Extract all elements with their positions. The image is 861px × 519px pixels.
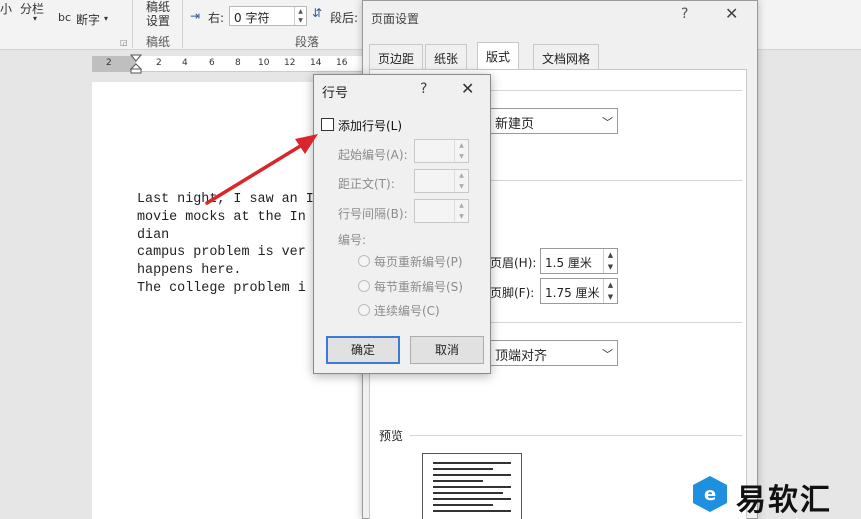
restart-each-section-label[interactable]: 每节重新编号(S) — [374, 278, 463, 295]
restart-each-page-radio[interactable] — [358, 255, 370, 267]
page-preview — [422, 453, 522, 519]
hyphenation-button[interactable]: 断字 — [76, 11, 100, 28]
dialog-title: 页面设置 — [371, 12, 420, 26]
header-distance-input[interactable]: 1.5 厘米 ▲ ▼ — [540, 248, 618, 274]
watermark-logo: e 易软汇 — [690, 470, 861, 519]
numbering-label: 编号: — [338, 233, 367, 247]
spinner-arrows-icon[interactable]: ▲ ▼ — [603, 249, 617, 273]
restart-each-section-radio[interactable] — [358, 280, 370, 292]
footer-distance-value: 1.75 厘米 — [545, 286, 600, 300]
horizontal-ruler[interactable]: 2 2 4 6 8 10 12 14 16 — [92, 54, 368, 74]
spacing-after-label: 段后: — [330, 11, 359, 25]
dialog-title: 行号 — [322, 86, 349, 101]
count-by-label: 行号间隔(B): — [338, 207, 408, 221]
right-indent-label: 右: — [208, 11, 225, 25]
chevron-down-icon: ▾ — [104, 14, 109, 23]
section-divider — [410, 435, 742, 436]
footer-distance-input[interactable]: 1.75 厘米 ▲ ▼ — [540, 278, 618, 304]
ruler-tick: 4 — [182, 58, 188, 68]
spinner-arrows-icon[interactable]: ▲ ▼ — [294, 7, 306, 25]
ruler-tick: 2 — [156, 58, 162, 68]
continuous-label[interactable]: 连续编号(C) — [374, 302, 440, 319]
section-start-select[interactable]: 新建页 ﹀ — [488, 108, 618, 134]
group-label-paragraph: 段落 — [295, 35, 320, 49]
divider — [132, 0, 133, 48]
chevron-down-icon: ﹀ — [602, 348, 613, 361]
document-line: happens here. — [137, 263, 242, 279]
dialog-launcher-icon[interactable]: ◲ — [120, 38, 128, 47]
document-body[interactable]: Last night, I saw an In movie mocks at th… — [137, 191, 322, 298]
ruler-tick: 16 — [336, 58, 348, 68]
group-label-manuscript: 稿纸 — [146, 35, 171, 49]
document-line: dian — [137, 227, 170, 243]
document-line: The college problem i — [137, 280, 306, 296]
header-distance-label: 页眉(H): — [490, 256, 537, 270]
add-line-numbers-checkbox[interactable] — [321, 118, 334, 131]
header-distance-value: 1.5 厘米 — [545, 256, 592, 270]
document-line: campus problem is ver — [137, 245, 306, 261]
indent-marker-icon[interactable] — [130, 54, 142, 74]
count-by-input[interactable]: ▲ ▼ — [414, 199, 469, 223]
ruler-tick: 12 — [284, 58, 296, 68]
section-start-value: 新建页 — [495, 117, 535, 132]
vertical-alignment-select[interactable]: 顶端对齐 ﹀ — [488, 340, 618, 366]
spacing-after-icon: ⇵ — [312, 6, 323, 20]
spinner-arrows-icon[interactable]: ▲ ▼ — [454, 200, 468, 222]
cancel-button[interactable]: 取消 — [410, 336, 484, 364]
divider — [182, 0, 183, 48]
start-at-label: 起始编号(A): — [338, 148, 408, 162]
size-button-label[interactable]: 小 — [0, 0, 12, 17]
right-indent-spinner[interactable]: 0 字符 ▲ ▼ — [229, 6, 307, 26]
tab-document-grid[interactable]: 文档网格 — [533, 44, 600, 70]
preview-label: 预览 — [379, 429, 404, 443]
close-icon[interactable]: ✕ — [725, 4, 738, 23]
document-line: Last night, I saw an In — [137, 192, 322, 207]
vertical-alignment-value: 顶端对齐 — [495, 349, 548, 364]
spinner-arrows-icon[interactable]: ▲ ▼ — [603, 279, 617, 303]
help-icon[interactable]: ? — [420, 81, 427, 97]
help-icon[interactable]: ? — [681, 6, 688, 22]
from-text-input[interactable]: ▲ ▼ — [414, 169, 469, 193]
add-line-numbers-label[interactable]: 添加行号(L) — [338, 117, 402, 134]
brand-badge-icon: e — [693, 476, 727, 512]
tab-layout[interactable]: 版式 — [477, 42, 520, 70]
close-icon[interactable]: ✕ — [461, 79, 474, 98]
chevron-down-icon: ▾ — [33, 14, 38, 23]
hyphenation-icon: bc — [58, 11, 72, 24]
tab-margins[interactable]: 页边距 — [369, 44, 424, 70]
restart-each-page-label[interactable]: 每页重新编号(P) — [374, 253, 463, 270]
manuscript-settings-button-line2[interactable]: 设置 — [146, 12, 170, 29]
ok-button[interactable]: 确定 — [326, 336, 400, 364]
right-indent-icon: ⇥ — [190, 9, 201, 23]
spinner-arrows-icon[interactable]: ▲ ▼ — [454, 170, 468, 192]
continuous-radio[interactable] — [358, 304, 370, 316]
ruler-tick: 14 — [310, 58, 322, 68]
columns-button[interactable]: 分栏 — [20, 0, 44, 17]
ruler-tick: 2 — [106, 58, 112, 68]
right-indent-value: 0 字符 — [234, 11, 270, 25]
from-text-label: 距正文(T): — [338, 177, 395, 191]
start-at-input[interactable]: ▲ ▼ — [414, 139, 469, 163]
line-numbers-dialog: 行号 ? ✕ 添加行号(L) 起始编号(A): ▲ ▼ 距正文(T): ▲ ▼ 行号… — [313, 74, 491, 374]
footer-distance-label: 页脚(F): — [490, 286, 535, 300]
ruler-tick: 8 — [235, 58, 241, 68]
ruler-tick: 10 — [258, 58, 270, 68]
document-line: movie mocks at the In — [137, 209, 306, 225]
watermark-text: 易软汇 — [736, 483, 832, 518]
chevron-down-icon: ﹀ — [602, 116, 613, 129]
spinner-arrows-icon[interactable]: ▲ ▼ — [454, 140, 468, 162]
tab-paper[interactable]: 纸张 — [425, 44, 468, 70]
ruler-tick: 6 — [209, 58, 215, 68]
